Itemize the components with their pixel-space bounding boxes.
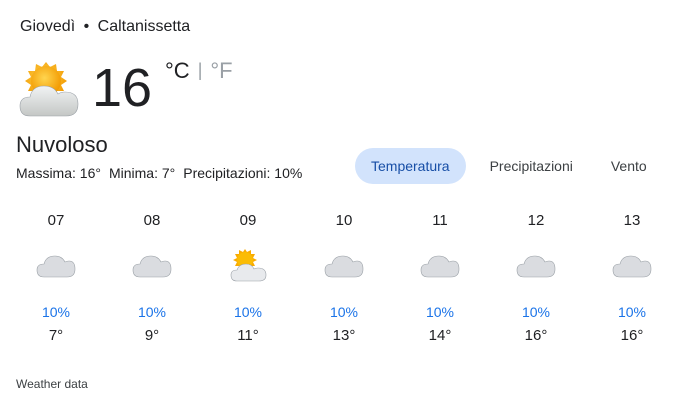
header-location: Caltanissetta — [97, 18, 191, 35]
day-label: 10 — [335, 212, 353, 229]
max-temperature: Massima: 16° — [16, 165, 101, 181]
day-precipitation: 10% — [425, 304, 455, 320]
weather-data-link[interactable]: Weather data — [16, 377, 88, 391]
day-temperature: 13° — [332, 327, 356, 344]
day-label: 11 — [432, 212, 448, 229]
day-precipitation: 10% — [41, 304, 71, 320]
chart-tabs: Temperatura Precipitazioni Vento — [355, 148, 663, 184]
day-label: 12 — [527, 212, 545, 229]
min-temperature: Minima: 7° — [108, 165, 176, 181]
day-column[interactable]: 08 10% 9° — [104, 210, 200, 346]
day-column[interactable]: 11 10% 14° — [392, 210, 488, 346]
partly-cloudy-icon — [200, 246, 296, 284]
unit-fahrenheit[interactable]: °F — [210, 58, 232, 83]
precipitation: Precipitazioni: 10% — [183, 165, 303, 181]
day-temperature: 9° — [144, 327, 160, 344]
tab-vento[interactable]: Vento — [595, 148, 663, 184]
unit-celsius[interactable]: °C — [165, 58, 190, 83]
day-column[interactable]: 12 10% 16° — [488, 210, 584, 346]
day-temperature: 16° — [524, 327, 548, 344]
day-label: 13 — [623, 212, 641, 229]
tab-precipitazioni[interactable]: Precipitazioni — [474, 148, 589, 184]
day-precipitation: 10% — [137, 304, 167, 320]
current-temperature: 16 — [92, 58, 153, 118]
partly-cloudy-icon — [16, 58, 82, 120]
condition-text: Nuvoloso — [16, 132, 108, 157]
daily-forecast: 07 10% 7° 08 10% 9° 09 10% 11° 10 10% 13… — [8, 210, 680, 346]
day-column[interactable]: 07 10% 7° — [8, 210, 104, 346]
unit-switcher: °C | °F — [165, 58, 233, 84]
day-label: 07 — [47, 212, 65, 229]
cloudy-icon — [392, 246, 488, 284]
day-column[interactable]: 13 10% 16° — [584, 210, 680, 346]
header-separator: • — [83, 18, 90, 35]
day-temperature: 14° — [428, 327, 452, 344]
day-precipitation: 10% — [329, 304, 359, 320]
cloudy-icon — [296, 246, 392, 284]
header-location-line: Giovedì • Caltanissetta — [20, 18, 190, 36]
header-day: Giovedì — [20, 18, 76, 35]
cloudy-icon — [8, 246, 104, 284]
unit-divider: | — [197, 60, 203, 80]
day-precipitation: 10% — [617, 304, 647, 320]
day-label: 09 — [239, 212, 257, 229]
day-precipitation: 10% — [233, 304, 263, 320]
day-column[interactable]: 10 10% 13° — [296, 210, 392, 346]
day-temperature: 11° — [237, 327, 259, 344]
day-column[interactable]: 09 10% 11° — [200, 210, 296, 346]
day-precipitation: 10% — [521, 304, 551, 320]
day-label: 08 — [143, 212, 161, 229]
day-temperature: 7° — [48, 327, 64, 344]
weather-details: Massima: 16° Minima: 7° Precipitazioni: 10… — [16, 165, 310, 181]
cloudy-icon — [104, 246, 200, 284]
cloudy-icon — [584, 246, 680, 284]
cloudy-icon — [488, 246, 584, 284]
day-temperature: 16° — [620, 327, 644, 344]
tab-temperatura[interactable]: Temperatura — [355, 148, 466, 184]
weather-card: Giovedì • Caltanissetta 16 °C | °F Nuvolos — [0, 0, 680, 413]
